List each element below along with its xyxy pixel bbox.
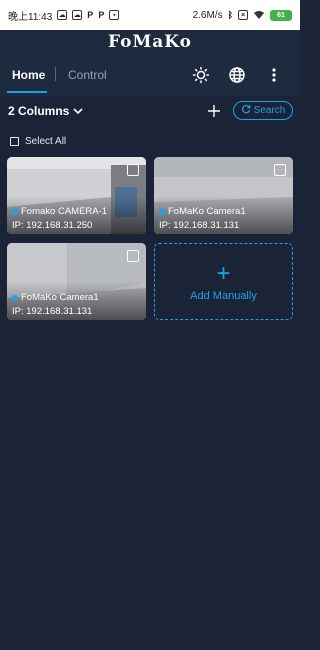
add-device-button[interactable] bbox=[206, 103, 222, 119]
tab-home[interactable]: Home bbox=[12, 68, 45, 82]
camera-name-text: FoMaKo Camera1 bbox=[21, 292, 99, 303]
camera-name-text: Fomako CAMERA-1 bbox=[21, 206, 108, 217]
battery-icon: 61 bbox=[270, 9, 292, 21]
tab-home-indicator bbox=[7, 91, 47, 93]
app-logo: FoMaKo bbox=[107, 32, 193, 52]
add-manually-button[interactable]: + Add Manually bbox=[154, 243, 293, 320]
online-status-dot bbox=[12, 208, 18, 215]
more-options-icon[interactable] bbox=[265, 66, 283, 84]
status-time: 晚上11:43 bbox=[8, 11, 53, 23]
search-label: Search bbox=[253, 105, 286, 116]
camera-ip: IP: 192.168.31.250 bbox=[12, 220, 93, 231]
camera-name: Fomako CAMERA-1 bbox=[12, 206, 107, 217]
cloud-notification-icon: ☁ bbox=[57, 10, 68, 20]
plus-icon: + bbox=[216, 259, 231, 287]
status-bar-right: 2.6M/s ᛒ × 61 bbox=[192, 9, 292, 21]
globe-icon[interactable] bbox=[228, 66, 246, 84]
camera-name: FoMaKo Camera1 bbox=[159, 206, 246, 217]
camera-ip: IP: 192.168.31.131 bbox=[159, 220, 240, 231]
online-status-dot bbox=[159, 208, 165, 215]
select-all-label: Select All bbox=[25, 136, 67, 147]
camera-card[interactable]: FoMaKo Camera1 IP: 192.168.31.131 bbox=[154, 157, 293, 234]
camera-name-text: FoMaKo Camera1 bbox=[168, 206, 246, 217]
refresh-icon bbox=[241, 104, 251, 117]
columns-label: 2 Columns bbox=[8, 104, 70, 118]
card-checkbox[interactable] bbox=[274, 164, 286, 176]
network-speed: 2.6M/s bbox=[192, 9, 223, 21]
tab-control[interactable]: Control bbox=[68, 68, 107, 82]
tab-divider bbox=[55, 67, 56, 81]
card-checkbox[interactable] bbox=[127, 164, 139, 176]
sim-icon: × bbox=[238, 10, 248, 20]
camera-ip: IP: 192.168.31.131 bbox=[12, 306, 93, 317]
columns-dropdown[interactable]: 2 Columns bbox=[8, 103, 83, 119]
add-manually-label: Add Manually bbox=[190, 289, 257, 302]
search-button[interactable]: Search bbox=[233, 101, 293, 120]
status-bar: 晚上11:43 ☁ ☁ P P ▪ 2.6M/s ᛒ × 61 bbox=[0, 0, 300, 30]
camera-card[interactable]: Fomako CAMERA-1 IP: 192.168.31.250 bbox=[7, 157, 146, 234]
chevron-down-icon bbox=[73, 104, 83, 118]
p-notification-icon: P bbox=[87, 10, 94, 20]
camera-card[interactable]: FoMaKo Camera1 IP: 192.168.31.131 bbox=[7, 243, 146, 320]
bag-notification-icon: ▪ bbox=[109, 10, 120, 20]
card-checkbox[interactable] bbox=[127, 250, 139, 262]
cloud-notification-icon-2: ☁ bbox=[72, 10, 83, 20]
checkbox-icon bbox=[10, 137, 19, 146]
bluetooth-icon: ᛒ bbox=[227, 10, 233, 20]
brightness-icon[interactable] bbox=[192, 66, 210, 84]
camera-name: FoMaKo Camera1 bbox=[12, 292, 99, 303]
online-status-dot bbox=[12, 294, 18, 301]
app-bar: FoMaKo Home Control bbox=[0, 30, 300, 96]
status-bar-left: 晚上11:43 ☁ ☁ P P ▪ bbox=[8, 8, 120, 23]
wifi-icon bbox=[253, 10, 265, 20]
p-notification-icon-2: P bbox=[98, 10, 105, 20]
select-all-checkbox[interactable]: Select All bbox=[10, 136, 66, 147]
